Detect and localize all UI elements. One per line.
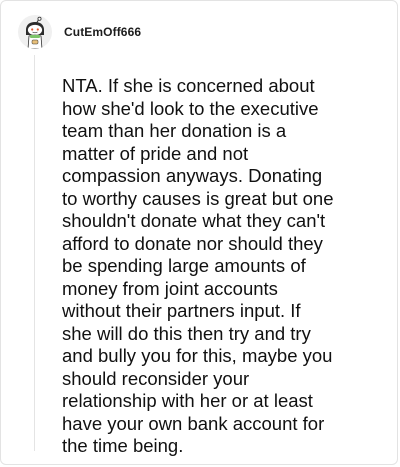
- user-avatar[interactable]: [18, 15, 52, 49]
- comment-card: CutEmOff666 NTA. If she is concerned abo…: [0, 0, 398, 465]
- thread-line[interactable]: [34, 55, 35, 451]
- comment-body: NTA. If she is concerned about how she'd…: [62, 75, 334, 456]
- username[interactable]: CutEmOff666: [64, 25, 141, 39]
- snoo-avatar-icon: [18, 15, 52, 49]
